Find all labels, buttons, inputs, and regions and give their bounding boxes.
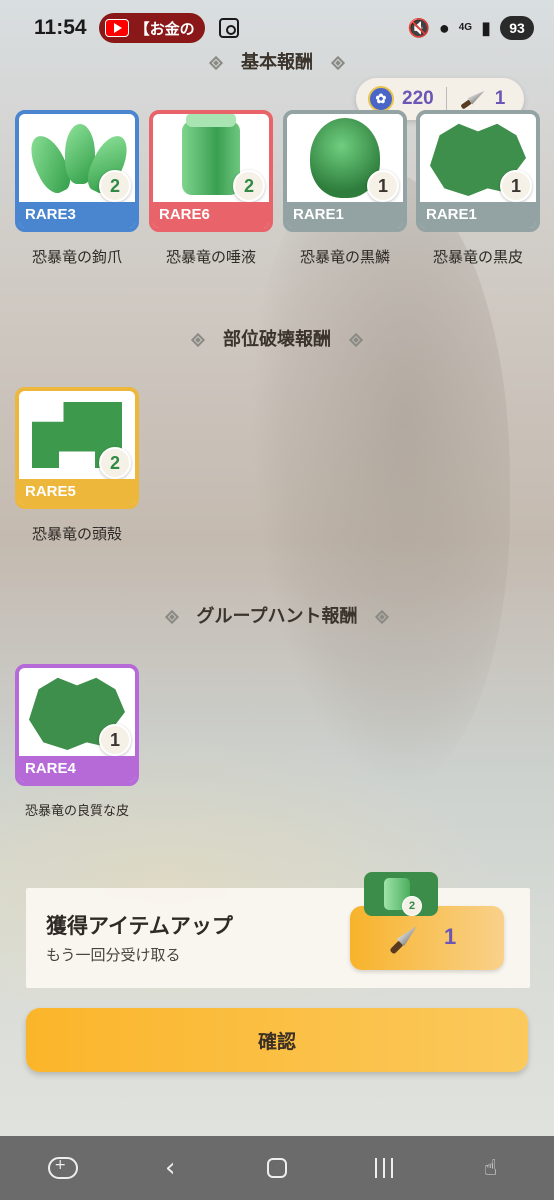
network-label: 4G <box>458 22 473 33</box>
gamepad-icon <box>48 1157 79 1179</box>
section-title-text: グループハント報酬 <box>196 606 358 627</box>
recents-icon <box>374 1158 393 1178</box>
recents-button[interactable] <box>364 1148 404 1188</box>
diamond-ornament-icon <box>330 55 346 71</box>
bonus-item-tag: 2 <box>364 872 438 916</box>
paw-icon: ✿ <box>368 86 394 112</box>
rarity-label: RARE6 <box>153 202 269 228</box>
reward-item[interactable]: 2 RARE3 恐暴竜の鉤爪 <box>15 110 139 267</box>
notification-text: 【お金の <box>134 20 195 38</box>
item-name: 恐暴竜の良質な皮 <box>24 804 129 819</box>
item-card[interactable]: 1 RARE4 <box>15 664 139 786</box>
pill-divider <box>445 87 447 111</box>
bonus-item-quantity: 2 <box>402 896 422 916</box>
points-value: 220 <box>402 88 434 109</box>
rarity-label: RARE5 <box>19 479 135 505</box>
quantity-badge: 2 <box>99 447 131 479</box>
item-name: 恐暴竜の頭殻 <box>31 525 122 543</box>
diamond-ornament-icon <box>190 332 206 348</box>
rarity-label: RARE1 <box>420 202 536 228</box>
diamond-ornament-icon <box>208 55 224 71</box>
location-icon: ● <box>438 18 450 38</box>
section-title-basic: 基本報酬 <box>0 48 554 74</box>
section-title-group: グループハント報酬 <box>0 602 554 628</box>
section-title-break: 部位破壊報酬 <box>0 325 554 351</box>
home-icon <box>266 1158 287 1178</box>
system-nav-bar: ‹ ☝ <box>0 1136 554 1200</box>
item-name: 恐暴竜の黒皮 <box>432 248 523 266</box>
confirm-button[interactable]: 確認 <box>26 1008 528 1072</box>
quantity-badge: 1 <box>99 724 131 756</box>
quantity-badge: 2 <box>233 170 265 202</box>
reward-item[interactable]: 2 RARE6 恐暴竜の唾液 <box>149 110 273 267</box>
bonus-title: 獲得アイテムアップ <box>46 914 233 938</box>
game-tools-button[interactable] <box>43 1148 83 1188</box>
screen-capture-icon <box>218 18 239 38</box>
bonus-subtitle: もう一回分受け取る <box>46 946 181 964</box>
item-name: 恐暴竜の唾液 <box>165 248 256 266</box>
quantity-badge: 1 <box>367 170 399 202</box>
rarity-label: RARE3 <box>19 202 135 228</box>
item-name: 恐暴竜の黒鱗 <box>299 248 390 266</box>
youtube-icon <box>104 19 129 37</box>
item-card[interactable]: 2 RARE5 <box>15 387 139 509</box>
signal-icon: ▮ <box>481 18 491 38</box>
item-card[interactable]: 2 RARE6 <box>149 110 273 232</box>
reward-item[interactable]: 1 RARE4 恐暴竜の良質な皮 <box>15 664 139 819</box>
item-card[interactable]: 2 RARE3 <box>15 110 139 232</box>
reward-item[interactable]: 2 RARE5 恐暴竜の頭殻 <box>15 387 139 544</box>
item-card[interactable]: 1 RARE1 <box>283 110 407 232</box>
bonus-panel: 獲得アイテムアップ もう一回分受け取る 1 <box>26 888 530 988</box>
back-button[interactable]: ‹ <box>150 1148 190 1188</box>
section-title-text: 部位破壊報酬 <box>223 329 331 350</box>
diamond-ornament-icon <box>375 609 390 625</box>
status-clock: 11:54 <box>34 16 87 39</box>
notification-pill[interactable]: 【お金の <box>98 13 205 43</box>
reward-item[interactable]: 1 RARE1 恐暴竜の黒皮 <box>416 110 540 267</box>
vibrate-mute-icon: 🔇 <box>407 18 430 38</box>
knife-count: 1 <box>494 88 506 109</box>
section-title-text: 基本報酬 <box>241 52 313 73</box>
gesture-lock-button[interactable]: ☝ <box>471 1148 511 1188</box>
diamond-ornament-icon <box>348 332 364 348</box>
bonus-knife-count: 1 <box>444 924 457 949</box>
diamond-ornament-icon <box>164 609 179 625</box>
rarity-label: RARE1 <box>287 202 403 228</box>
quantity-badge: 2 <box>99 170 131 202</box>
rarity-label: RARE4 <box>19 756 135 782</box>
item-card[interactable]: 1 RARE1 <box>416 110 540 232</box>
reward-item[interactable]: 1 RARE1 恐暴竜の黒鱗 <box>283 110 407 267</box>
quantity-badge: 1 <box>500 170 532 202</box>
battery-indicator: 93 <box>500 16 534 40</box>
item-name: 恐暴竜の鉤爪 <box>31 248 122 266</box>
gesture-lock-icon: ☝ <box>483 1155 498 1181</box>
knife-icon <box>458 87 487 111</box>
home-button[interactable] <box>257 1148 297 1188</box>
knife-icon <box>387 922 422 957</box>
status-icons: 🔇 ● 4G ▮ 93 <box>407 16 534 40</box>
back-icon: ‹ <box>164 1153 176 1183</box>
